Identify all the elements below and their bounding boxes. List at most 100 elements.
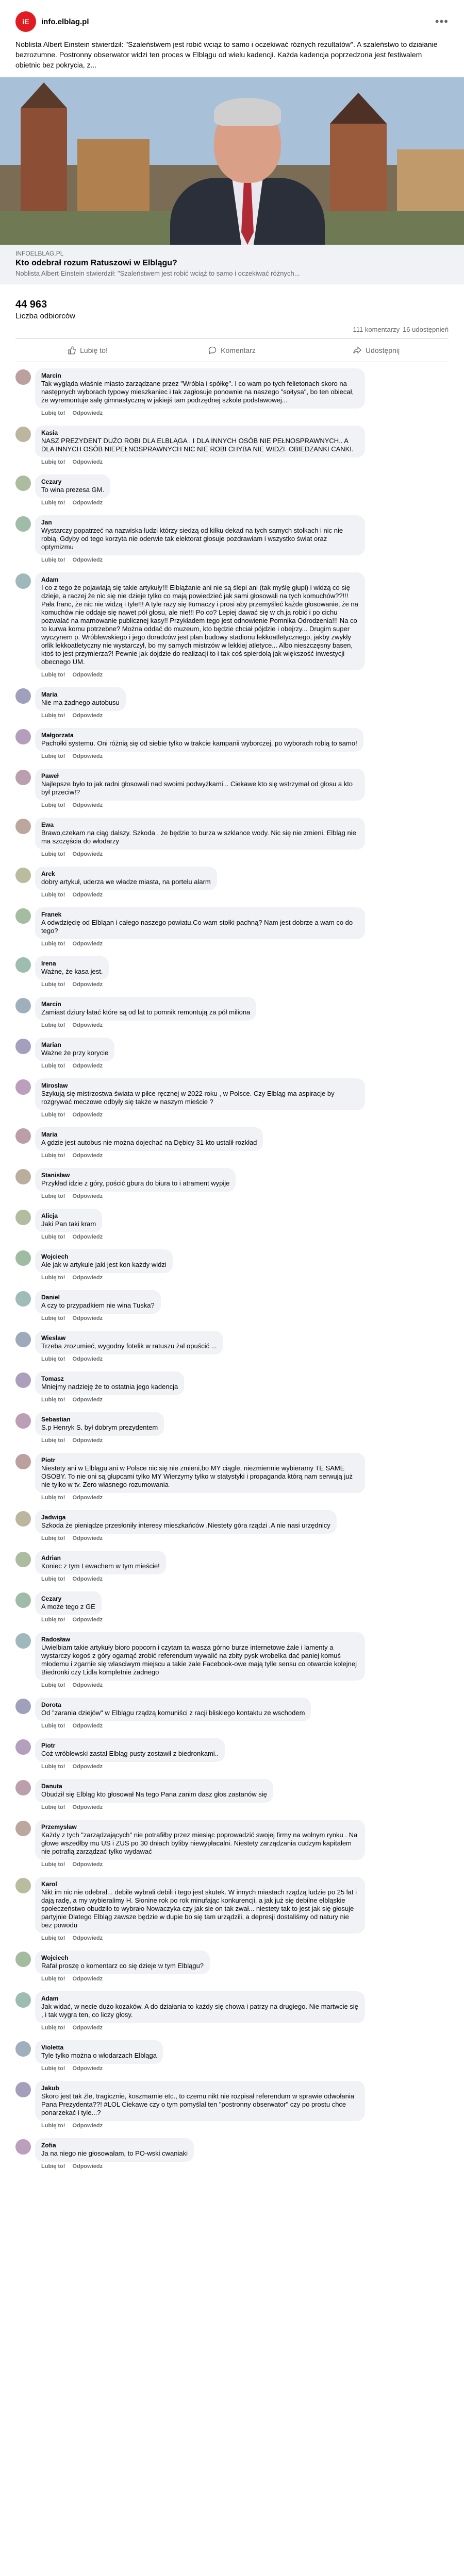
commenter-avatar[interactable] (15, 1878, 31, 1893)
comment-reply-link[interactable]: Odpowiedz (72, 892, 103, 898)
commenter-avatar[interactable] (15, 369, 31, 385)
comment-reply-link[interactable]: Odpowiedz (72, 2123, 103, 2129)
comment-author[interactable]: Adrian (41, 1554, 160, 1562)
comment-author[interactable]: Sebastian (41, 1416, 158, 1423)
comment-like-link[interactable]: Lubię to! (41, 1437, 65, 1444)
comments-count[interactable]: 111 komentarzy (353, 326, 400, 333)
comment-author[interactable]: Małgorzata (41, 732, 357, 739)
comment-like-link[interactable]: Lubię to! (41, 941, 65, 947)
comment-author[interactable]: Franek (41, 911, 359, 919)
comment-author[interactable]: Wiesław (41, 1334, 217, 1342)
comment-reply-link[interactable]: Odpowiedz (72, 1935, 103, 1941)
comment-like-link[interactable]: Lubię to! (41, 1315, 65, 1321)
commenter-avatar[interactable] (15, 908, 31, 924)
commenter-avatar[interactable] (15, 2041, 31, 2057)
comment-author[interactable]: Zofia (41, 2142, 188, 2149)
comment-like-link[interactable]: Lubię to! (41, 1804, 65, 1810)
comment-reply-link[interactable]: Odpowiedz (72, 1356, 103, 1362)
comment-like-link[interactable]: Lubię to! (41, 1861, 65, 1868)
commenter-avatar[interactable] (15, 1992, 31, 2008)
comment-reply-link[interactable]: Odpowiedz (72, 1112, 103, 1118)
comment-author[interactable]: Danuta (41, 1783, 267, 1790)
comment-reply-link[interactable]: Odpowiedz (72, 500, 103, 506)
comment-author[interactable]: Stanisław (41, 1172, 229, 1179)
commenter-avatar[interactable] (15, 819, 31, 834)
comment-like-link[interactable]: Lubię to! (41, 1495, 65, 1501)
comment-reply-link[interactable]: Odpowiedz (72, 1063, 103, 1069)
comment-author[interactable]: Jadwiga (41, 1514, 330, 1521)
commenter-avatar[interactable] (15, 1739, 31, 1755)
comment-author[interactable]: Mirosław (41, 1082, 359, 1090)
comment-button[interactable]: Komentarz (160, 339, 304, 362)
comment-like-link[interactable]: Lubię to! (41, 1576, 65, 1582)
comment-reply-link[interactable]: Odpowiedz (72, 1495, 103, 1501)
comment-like-link[interactable]: Lubię to! (41, 1356, 65, 1362)
comment-like-link[interactable]: Lubię to! (41, 1022, 65, 1028)
commenter-avatar[interactable] (15, 1633, 31, 1649)
link-preview[interactable]: INFOELBLAG.PL Kto odebrał rozum Ratuszow… (0, 245, 464, 284)
comment-reply-link[interactable]: Odpowiedz (72, 941, 103, 947)
commenter-avatar[interactable] (15, 729, 31, 744)
commenter-avatar[interactable] (15, 1250, 31, 1266)
comment-reply-link[interactable]: Odpowiedz (72, 2025, 103, 2031)
commenter-avatar[interactable] (15, 957, 31, 973)
comment-reply-link[interactable]: Odpowiedz (72, 1022, 103, 1028)
comment-like-link[interactable]: Lubię to! (41, 672, 65, 678)
comment-author[interactable]: Paweł (41, 772, 359, 780)
commenter-avatar[interactable] (15, 1210, 31, 1225)
commenter-avatar[interactable] (15, 1552, 31, 1567)
comment-reply-link[interactable]: Odpowiedz (72, 672, 103, 678)
comment-author[interactable]: Jan (41, 519, 359, 527)
comment-like-link[interactable]: Lubię to! (41, 1617, 65, 1623)
commenter-avatar[interactable] (15, 573, 31, 589)
comment-author[interactable]: Przemysław (41, 1823, 359, 1831)
comment-reply-link[interactable]: Odpowiedz (72, 1275, 103, 1281)
commenter-avatar[interactable] (15, 998, 31, 1013)
comment-author[interactable]: Marian (41, 1041, 108, 1049)
comment-author[interactable]: Ewa (41, 821, 359, 829)
comment-reply-link[interactable]: Odpowiedz (72, 1193, 103, 1199)
comment-author[interactable]: Wojciech (41, 1954, 204, 1962)
commenter-avatar[interactable] (15, 1780, 31, 1795)
comment-like-link[interactable]: Lubię to! (41, 2163, 65, 2170)
comment-reply-link[interactable]: Odpowiedz (72, 1576, 103, 1582)
commenter-avatar[interactable] (15, 868, 31, 883)
comment-reply-link[interactable]: Odpowiedz (72, 851, 103, 857)
comment-like-link[interactable]: Lubię to! (41, 1682, 65, 1688)
comment-reply-link[interactable]: Odpowiedz (72, 1976, 103, 1982)
comment-reply-link[interactable]: Odpowiedz (72, 2163, 103, 2170)
comment-reply-link[interactable]: Odpowiedz (72, 1315, 103, 1321)
commenter-avatar[interactable] (15, 427, 31, 442)
comment-like-link[interactable]: Lubię to! (41, 753, 65, 759)
share-button[interactable]: Udostępnij (304, 339, 449, 362)
comment-author[interactable]: Cezary (41, 1595, 95, 1603)
comment-reply-link[interactable]: Odpowiedz (72, 713, 103, 719)
commenter-avatar[interactable] (15, 1079, 31, 1095)
comment-reply-link[interactable]: Odpowiedz (72, 459, 103, 465)
commenter-avatar[interactable] (15, 1291, 31, 1307)
more-horizontal-icon[interactable]: ••• (435, 15, 449, 28)
commenter-avatar[interactable] (15, 1592, 31, 1608)
comment-like-link[interactable]: Lubię to! (41, 892, 65, 898)
comment-like-link[interactable]: Lubię to! (41, 1397, 65, 1403)
comment-author[interactable]: Arek (41, 870, 211, 878)
commenter-avatar[interactable] (15, 1128, 31, 1144)
comment-author[interactable]: Piotr (41, 1742, 219, 1750)
comment-like-link[interactable]: Lubię to! (41, 1234, 65, 1240)
comment-reply-link[interactable]: Odpowiedz (72, 1723, 103, 1729)
comment-author[interactable]: Marcin (41, 1001, 250, 1008)
comment-like-link[interactable]: Lubię to! (41, 2025, 65, 2031)
comment-author[interactable]: Violetta (41, 2044, 157, 2052)
comment-author[interactable]: Kasia (41, 429, 359, 437)
comment-like-link[interactable]: Lubię to! (41, 1764, 65, 1770)
comment-like-link[interactable]: Lubię to! (41, 1063, 65, 1069)
comment-author[interactable]: Jakub (41, 2084, 359, 2092)
comment-like-link[interactable]: Lubię to! (41, 1976, 65, 1982)
comment-author[interactable]: Daniel (41, 1294, 155, 1301)
comment-like-link[interactable]: Lubię to! (41, 802, 65, 808)
comment-reply-link[interactable]: Odpowiedz (72, 1682, 103, 1688)
commenter-avatar[interactable] (15, 1039, 31, 1054)
comment-reply-link[interactable]: Odpowiedz (72, 2065, 103, 2072)
commenter-avatar[interactable] (15, 1821, 31, 1836)
commenter-avatar[interactable] (15, 1372, 31, 1388)
